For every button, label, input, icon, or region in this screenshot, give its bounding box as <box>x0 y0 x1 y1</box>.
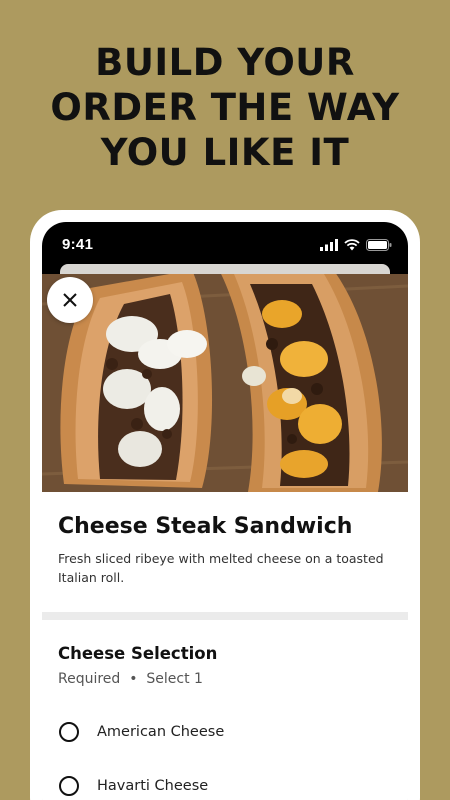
battery-icon <box>366 239 392 251</box>
radio-button[interactable] <box>59 776 79 796</box>
phone-frame: 9:41 Cheese Steak Sandwich Fresh sliced … <box>30 210 420 800</box>
headline-line-3: YOU LIKE IT <box>100 131 350 174</box>
promo-headline: BUILD YOUR ORDER THE WAY YOU LIKE IT <box>0 40 450 175</box>
cellular-signal-icon <box>320 239 338 251</box>
radio-button[interactable] <box>59 722 79 742</box>
wifi-icon <box>344 239 360 251</box>
status-icons <box>320 239 392 251</box>
item-info-card: Cheese Steak Sandwich Fresh sliced ribey… <box>42 492 408 612</box>
item-details: Cheese Steak Sandwich Fresh sliced ribey… <box>42 492 408 800</box>
status-time: 9:41 <box>62 236 94 253</box>
section-title: Cheese Selection <box>58 644 218 663</box>
option-label: Havarti Cheese <box>97 778 209 794</box>
sandwich-photo <box>42 274 408 492</box>
option-american-cheese[interactable]: American Cheese <box>58 705 392 759</box>
phone-screen: 9:41 Cheese Steak Sandwich Fresh sliced … <box>42 222 408 800</box>
status-bar: 9:41 <box>42 222 408 270</box>
cheese-selection-card: Cheese Selection Required • Select 1 Ame… <box>42 620 408 800</box>
option-label: American Cheese <box>97 724 225 740</box>
close-button[interactable] <box>47 277 93 323</box>
close-icon <box>63 293 77 307</box>
item-description: Fresh sliced ribeye with melted cheese o… <box>58 551 384 585</box>
section-requirement: Required • Select 1 <box>58 671 203 687</box>
option-havarti-cheese[interactable]: Havarti Cheese <box>58 759 392 800</box>
headline-line-1: BUILD YOUR <box>95 41 355 84</box>
item-title: Cheese Steak Sandwich <box>58 514 353 539</box>
headline-line-2: ORDER THE WAY <box>50 86 400 129</box>
